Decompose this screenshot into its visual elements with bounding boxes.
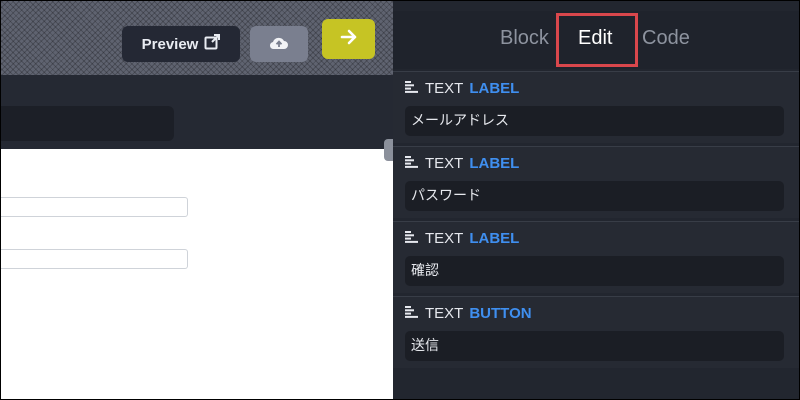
cloud-upload-icon xyxy=(269,35,289,54)
label-input-confirm[interactable]: 確認 xyxy=(405,256,784,286)
section-header: TEXT BUTTON xyxy=(405,305,532,322)
field-section-email: TEXT LABEL メールアドレス xyxy=(393,71,799,143)
label-input-password[interactable]: パスワード xyxy=(405,181,784,211)
label-input-email[interactable]: メールアドレス xyxy=(405,106,784,136)
email-field-preview[interactable] xyxy=(1,197,188,217)
edit-tab-highlight xyxy=(556,13,638,67)
section-header: TEXT LABEL xyxy=(405,80,519,97)
tab-code[interactable]: Code xyxy=(642,27,690,50)
section-header: TEXT LABEL xyxy=(405,155,519,172)
section-kind: LABEL xyxy=(469,230,520,247)
text-align-icon xyxy=(405,80,419,97)
section-type: TEXT xyxy=(425,305,464,322)
preview-label: Preview xyxy=(141,35,199,53)
section-kind: BUTTON xyxy=(469,305,532,322)
field-section-password: TEXT LABEL パスワード xyxy=(393,146,799,218)
app-window: Preview Block Edit Code TEXT LABEL メールアド… xyxy=(0,0,800,400)
section-type: TEXT xyxy=(425,230,464,247)
password-field-preview[interactable] xyxy=(1,249,188,269)
tab-block[interactable]: Block xyxy=(500,27,549,50)
external-link-icon xyxy=(204,34,221,54)
button-text-input[interactable]: 送信 xyxy=(405,331,784,361)
section-kind: LABEL xyxy=(469,80,520,97)
panel-top xyxy=(393,1,799,11)
next-button[interactable] xyxy=(322,19,375,59)
preview-button[interactable]: Preview xyxy=(122,26,240,62)
upload-button[interactable] xyxy=(250,26,308,62)
preview-canvas xyxy=(1,149,393,399)
field-section-submit: TEXT BUTTON 送信 xyxy=(393,296,799,368)
text-align-icon xyxy=(405,230,419,247)
arrow-right-icon xyxy=(340,29,358,49)
url-input[interactable] xyxy=(1,106,174,141)
section-type: TEXT xyxy=(425,155,464,172)
field-section-confirm: TEXT LABEL 確認 xyxy=(393,221,799,293)
text-align-icon xyxy=(405,305,419,322)
section-header: TEXT LABEL xyxy=(405,230,519,247)
text-align-icon xyxy=(405,155,419,172)
resize-handle[interactable] xyxy=(384,139,393,161)
section-kind: LABEL xyxy=(469,155,520,172)
section-type: TEXT xyxy=(425,80,464,97)
